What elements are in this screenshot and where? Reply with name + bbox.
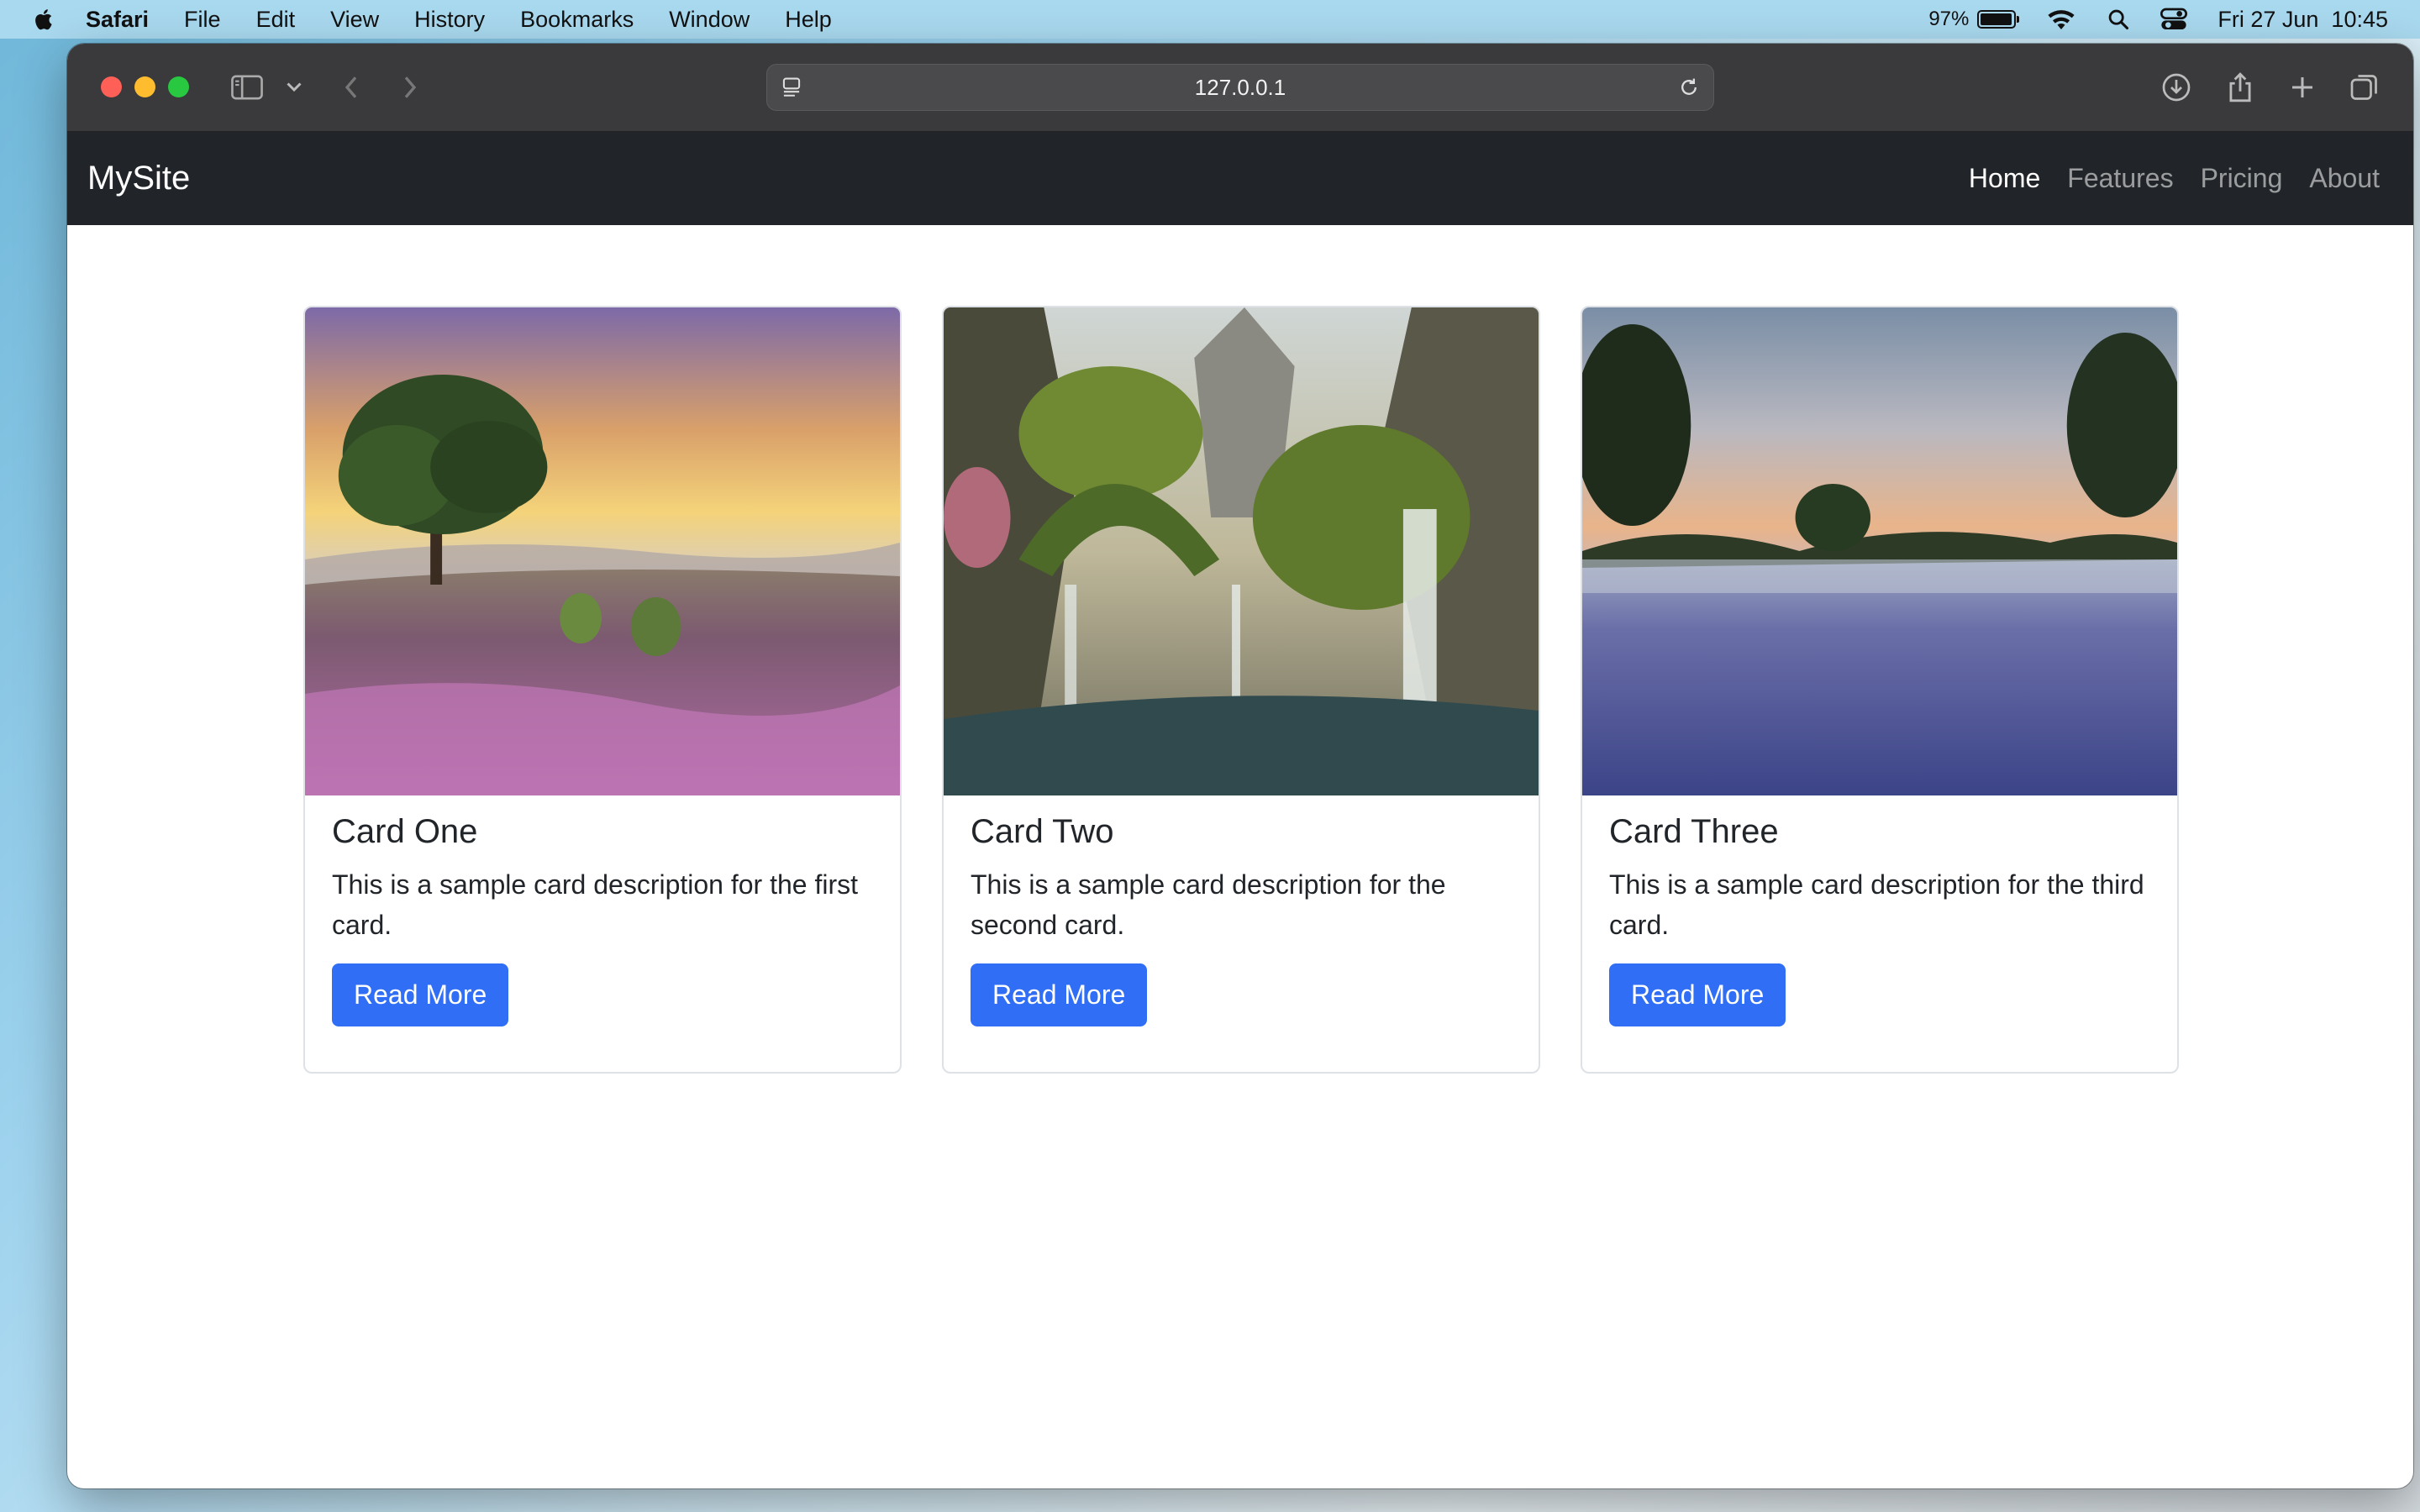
battery-icon[interactable] (1977, 10, 2020, 29)
menu-bar: Safari File Edit View History Bookmarks … (0, 0, 2420, 39)
reload-icon[interactable] (1678, 76, 1700, 102)
nav-link-about[interactable]: About (2309, 163, 2380, 194)
card-text: This is a sample card description for th… (971, 869, 1446, 940)
card-image-heather-landscape (305, 307, 900, 795)
card-text: This is a sample card description for th… (332, 869, 859, 940)
menu-help[interactable]: Help (785, 7, 832, 33)
menu-window[interactable]: Window (669, 7, 750, 33)
url-text[interactable]: 127.0.0.1 (767, 65, 1713, 110)
card-body: Card Three This is a sample card descrip… (1609, 811, 2150, 1026)
read-more-button[interactable]: Read More (1609, 963, 1786, 1026)
control-center-icon[interactable] (2160, 8, 2188, 31)
card-image-fantasy-waterfall (944, 307, 1539, 795)
menu-view[interactable]: View (330, 7, 379, 33)
minimize-window-button[interactable] (134, 76, 155, 97)
card-title: Card Two (971, 813, 1114, 850)
share-icon[interactable] (2223, 71, 2257, 104)
card: Card Two This is a sample card descripti… (942, 306, 1540, 1074)
wifi-icon[interactable] (2046, 8, 2076, 31)
nav-link-home[interactable]: Home (1969, 163, 2040, 194)
menu-file[interactable]: File (184, 7, 221, 33)
site-navbar: MySite Home Features Pricing About (67, 132, 2413, 225)
forward-icon[interactable] (393, 71, 427, 104)
chevron-down-icon[interactable] (277, 71, 311, 104)
card-title: Card One (332, 813, 478, 850)
apple-logo-icon[interactable] (32, 7, 57, 32)
battery-percent: 97% (1928, 8, 1970, 30)
menu-clock[interactable]: Fri 27 Jun 10:45 (2217, 7, 2388, 33)
browser-toolbar: 127.0.0.1 (67, 44, 2413, 132)
downloads-icon[interactable] (2160, 71, 2193, 104)
card-title: Card Three (1609, 813, 1779, 850)
card: Card One This is a sample card descripti… (303, 306, 902, 1074)
nav-link-features[interactable]: Features (2067, 163, 2173, 194)
menu-edit[interactable]: Edit (256, 7, 296, 33)
zoom-window-button[interactable] (168, 76, 189, 97)
site-nav-links: Home Features Pricing About (1942, 132, 2380, 225)
new-tab-icon[interactable] (2286, 71, 2319, 104)
menu-app-name[interactable]: Safari (86, 7, 149, 33)
site-brand[interactable]: MySite (87, 132, 190, 225)
card-body: Card Two This is a sample card descripti… (971, 811, 1512, 1026)
card: Card Three This is a sample card descrip… (1581, 306, 2179, 1074)
nav-link-pricing[interactable]: Pricing (2201, 163, 2283, 194)
close-window-button[interactable] (101, 76, 122, 97)
menu-history[interactable]: History (414, 7, 485, 33)
tab-overview-icon[interactable] (2348, 71, 2381, 104)
read-more-button[interactable]: Read More (332, 963, 509, 1026)
card-body: Card One This is a sample card descripti… (332, 811, 873, 1026)
card-text: This is a sample card description for th… (1609, 869, 2144, 940)
browser-window: 127.0.0.1 MySite Home Features Pricing A… (67, 44, 2413, 1488)
address-bar[interactable]: 127.0.0.1 (766, 64, 1714, 111)
spotlight-search-icon[interactable] (2107, 8, 2130, 31)
card-grid: Card One This is a sample card descripti… (303, 306, 2179, 1074)
sidebar-toggle-icon[interactable] (230, 71, 264, 104)
back-icon[interactable] (334, 71, 368, 104)
read-more-button[interactable]: Read More (971, 963, 1148, 1026)
card-image-misty-meadow (1582, 307, 2177, 795)
menu-bookmarks[interactable]: Bookmarks (520, 7, 634, 33)
